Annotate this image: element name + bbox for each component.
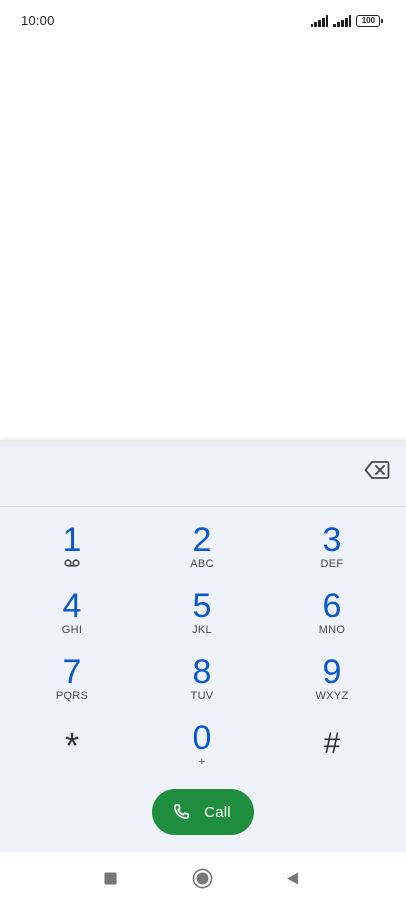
key-letters: WXYZ <box>315 690 349 702</box>
key-symbol: # <box>323 727 341 760</box>
key-row: * 0 + # <box>0 714 406 780</box>
key-3[interactable]: 3 DEF <box>282 516 382 578</box>
status-icons: 100 <box>310 13 383 27</box>
key-0[interactable]: 0 + <box>152 714 252 776</box>
key-letters: PQRS <box>55 690 89 702</box>
keypad: 1 2 ABC 3 DEF 4 GHI 5 JKL 6 MNO 7 PQRS 8… <box>0 516 406 780</box>
key-7[interactable]: 7 PQRS <box>22 648 122 710</box>
key-9[interactable]: 9 WXYZ <box>282 648 382 710</box>
phone-screen: 10:00 100 1 2 ABC 3 DEF 4 GHI 5 JKL 6 MN… <box>0 0 406 902</box>
back-triangle-icon[interactable] <box>281 867 303 889</box>
key-digit: 0 <box>192 719 212 757</box>
key-row: 7 PQRS 8 TUV 9 WXYZ <box>0 648 406 714</box>
key-digit: 7 <box>62 653 82 691</box>
key-digit: 5 <box>192 587 212 625</box>
status-bar: 10:00 100 <box>0 0 406 40</box>
key-5[interactable]: 5 JKL <box>152 582 252 644</box>
key-symbol: * <box>64 725 79 766</box>
signal-icon <box>310 15 329 27</box>
key-1[interactable]: 1 <box>22 516 122 578</box>
key-digit: 1 <box>62 521 82 559</box>
key-star[interactable]: * <box>22 714 122 776</box>
key-letters: ABC <box>190 558 214 570</box>
key-digit: 3 <box>322 521 342 559</box>
recents-square-icon[interactable] <box>99 867 121 889</box>
dialpad-sheet: 1 2 ABC 3 DEF 4 GHI 5 JKL 6 MNO 7 PQRS 8… <box>0 440 406 852</box>
voicemail-icon <box>64 559 80 567</box>
key-row: 1 2 ABC 3 DEF <box>0 516 406 582</box>
key-6[interactable]: 6 MNO <box>282 582 382 644</box>
key-4[interactable]: 4 GHI <box>22 582 122 644</box>
key-digit: 2 <box>192 521 212 559</box>
key-letters: JKL <box>192 624 212 636</box>
key-digit: 8 <box>192 653 212 691</box>
key-digit: 6 <box>322 587 342 625</box>
key-hash[interactable]: # <box>282 714 382 776</box>
key-digit: 9 <box>322 653 342 691</box>
battery-level: 100 <box>356 15 381 27</box>
key-letters: GHI <box>61 624 83 636</box>
backspace-icon[interactable] <box>364 460 390 480</box>
divider <box>0 506 406 507</box>
battery-icon: 100 <box>356 15 383 27</box>
sheet-edge <box>0 440 406 448</box>
call-button[interactable]: Call <box>152 789 254 835</box>
signal-icon <box>333 15 352 27</box>
key-8[interactable]: 8 TUV <box>152 648 252 710</box>
key-letters: TUV <box>190 690 214 702</box>
call-label: Call <box>204 803 231 821</box>
navigation-bar <box>0 852 406 902</box>
key-row: 4 GHI 5 JKL 6 MNO <box>0 582 406 648</box>
status-time: 10:00 <box>21 13 55 28</box>
key-letters: MNO <box>318 624 346 636</box>
home-circle-icon[interactable] <box>191 867 213 889</box>
key-2[interactable]: 2 ABC <box>152 516 252 578</box>
dialed-number-field[interactable] <box>0 448 406 506</box>
key-digit: 4 <box>62 587 82 625</box>
key-letters: DEF <box>320 558 344 570</box>
phone-icon <box>174 803 190 820</box>
key-letters: + <box>198 756 206 768</box>
